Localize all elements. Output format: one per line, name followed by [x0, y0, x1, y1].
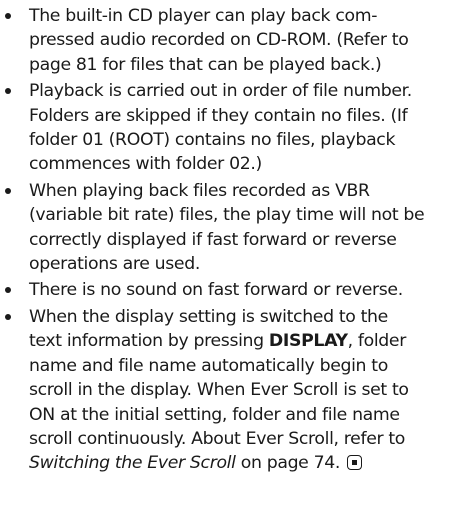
text-line: Folders are skipped if they contain no f… — [29, 105, 408, 126]
end-of-section-icon — [347, 455, 363, 471]
text-line: There is no sound on fast forward or rev… — [29, 280, 403, 301]
manual-page: The built-in CD player can play back com… — [0, 0, 459, 530]
text-line: folder 01 (ROOT) contains no files, play… — [29, 130, 396, 151]
text-line: pressed audio recorded on CD-ROM. (Refer… — [29, 30, 409, 51]
text-line: correctly displayed if fast forward or r… — [29, 229, 397, 250]
text-line: (variable bit rate) files, the play time… — [29, 205, 425, 226]
text-line: ON at the initial setting, folder and fi… — [29, 404, 400, 425]
list-item: There is no sound on fast forward or rev… — [0, 278, 459, 302]
bullet-icon — [5, 187, 11, 194]
list-item: When the display setting is switched to … — [0, 305, 459, 476]
text-line: Switching the Ever Scroll on page 74. — [29, 451, 459, 475]
text-line: name and file name automatically begin t… — [29, 355, 388, 376]
text-line: The built-in CD player can play back com… — [29, 6, 378, 26]
display-button-reference: DISPLAY — [268, 331, 348, 352]
list-item: When playing back files recorded as VBR … — [0, 179, 459, 277]
text-line: scroll in the display. When Ever Scroll … — [29, 380, 409, 401]
section-reference: Switching the Ever Scroll — [29, 453, 236, 474]
bullet-icon — [5, 88, 11, 95]
bullet-icon — [5, 313, 11, 320]
text-line: When the display setting is switched to … — [29, 306, 388, 327]
list-item: The built-in CD player can play back com… — [0, 4, 459, 77]
text-line: operations are used. — [29, 254, 200, 275]
bullet-icon — [5, 287, 11, 294]
text-line: page 81 for files that can be played bac… — [29, 54, 382, 75]
text-line: commences with folder 02.) — [29, 154, 262, 175]
text-line: scroll continuously. About Ever Scroll, … — [29, 428, 406, 449]
text-line: Playback is carried out in order of file… — [29, 81, 412, 102]
notes-list: The built-in CD player can play back com… — [0, 4, 459, 476]
text-line: When playing back files recorded as VBR — [29, 180, 370, 201]
text-line: text information by pressing DISPLAY, fo… — [29, 329, 459, 353]
list-item: Playback is carried out in order of file… — [0, 79, 459, 177]
text-segment: text information by pressing — [29, 331, 269, 352]
bullet-icon — [5, 13, 11, 19]
text-segment: on page 74. — [235, 453, 341, 474]
text-segment: , folder — [347, 331, 407, 352]
